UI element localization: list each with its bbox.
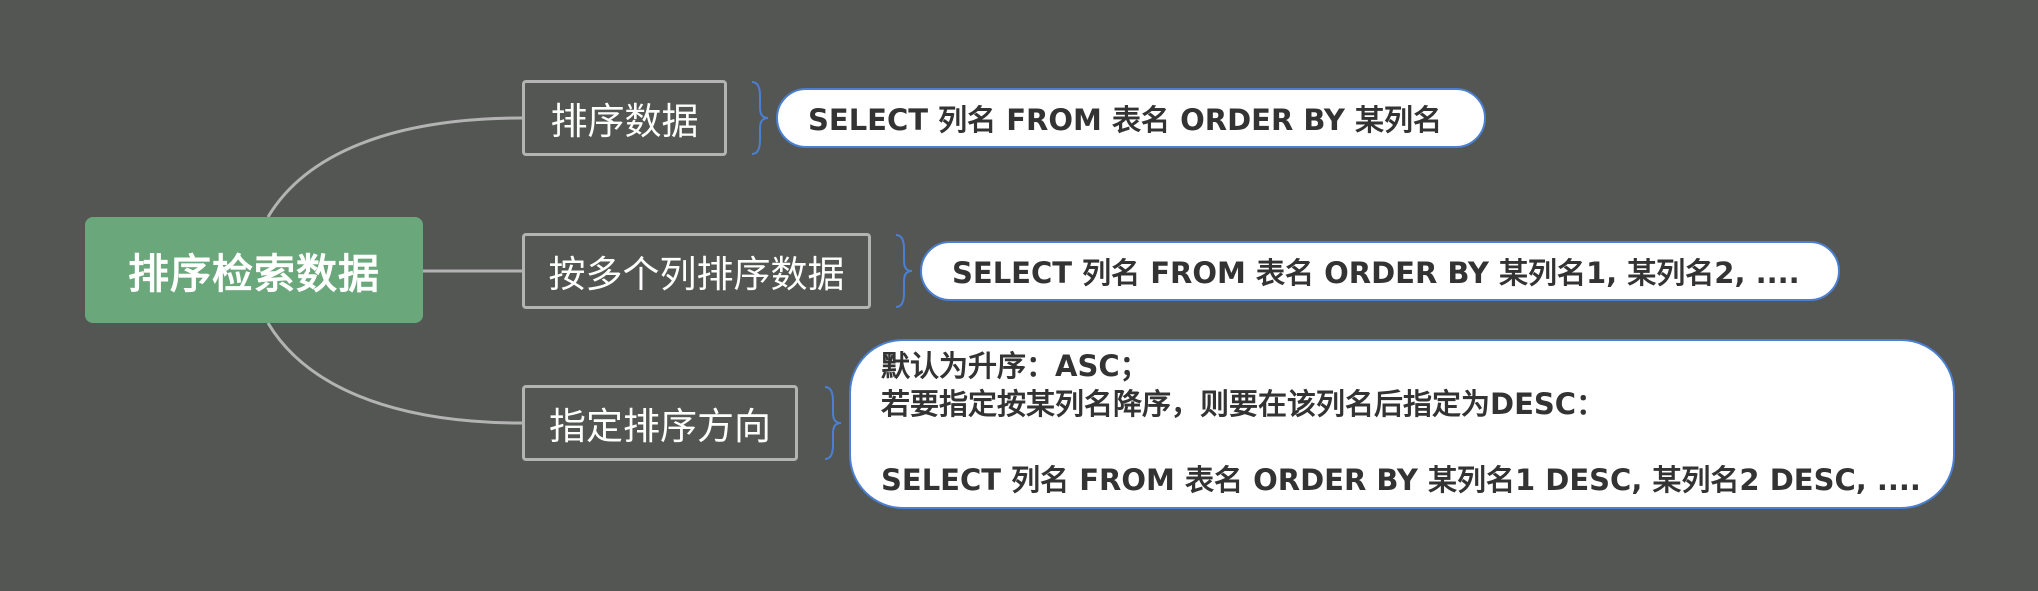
root-topic-label: 排序检索数据 bbox=[128, 250, 380, 298]
branch-sort-data[interactable]: 排序数据 bbox=[522, 80, 727, 156]
note-sort-direction-line-4: SELECT 列名 FROM 表名 ORDER BY 某列名1 DESC, 某列… bbox=[881, 463, 1921, 497]
note-sort-direction[interactable]: 默认为升序：ASC； 若要指定按某列名降序，则要在该列名后指定为DESC： SE… bbox=[849, 339, 1955, 509]
note-sort-direction-line-3 bbox=[881, 423, 1931, 461]
note-multi-column-sort[interactable]: SELECT 列名 FROM 表名 ORDER BY 某列名1, 某列名2, .… bbox=[920, 241, 1840, 301]
branch-sort-direction-label: 指定排序方向 bbox=[549, 405, 771, 448]
note-sort-data[interactable]: SELECT 列名 FROM 表名 ORDER BY 某列名 bbox=[776, 88, 1486, 148]
branch-sort-data-label: 排序数据 bbox=[550, 100, 699, 143]
note-sort-direction-line-1: 默认为升序：ASC； bbox=[881, 349, 1149, 383]
connector-root-to-sort-direction bbox=[266, 322, 523, 425]
brace-sort-direction bbox=[824, 386, 842, 460]
brace-multi-column-sort bbox=[895, 234, 913, 308]
branch-multi-column-sort-label: 按多个列排序数据 bbox=[548, 253, 845, 296]
branch-multi-column-sort[interactable]: 按多个列排序数据 bbox=[522, 233, 871, 309]
note-sort-direction-line-2: 若要指定按某列名降序，则要在该列名后指定为DESC： bbox=[881, 387, 1606, 421]
branch-sort-direction[interactable]: 指定排序方向 bbox=[522, 385, 798, 461]
brace-sort-data bbox=[751, 81, 769, 155]
connector-root-to-sort-data bbox=[266, 116, 523, 218]
note-multi-column-sort-text: SELECT 列名 FROM 表名 ORDER BY 某列名1, 某列名2, .… bbox=[952, 256, 1800, 290]
note-sort-data-text: SELECT 列名 FROM 表名 ORDER BY 某列名 bbox=[808, 103, 1442, 137]
root-topic[interactable]: 排序检索数据 bbox=[85, 217, 423, 323]
